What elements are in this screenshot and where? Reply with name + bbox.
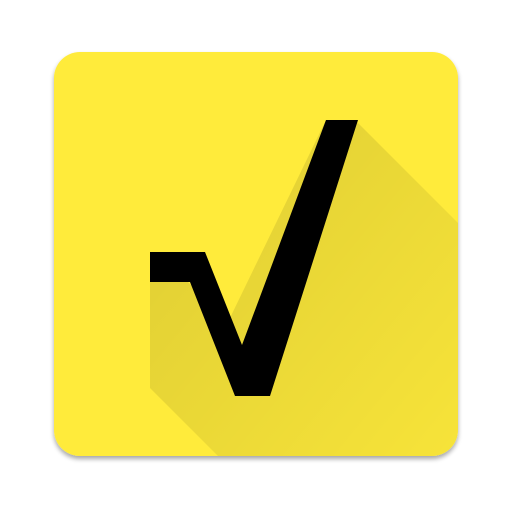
app-icon[interactable] [0, 0, 512, 512]
app-icon-canvas [0, 0, 512, 512]
